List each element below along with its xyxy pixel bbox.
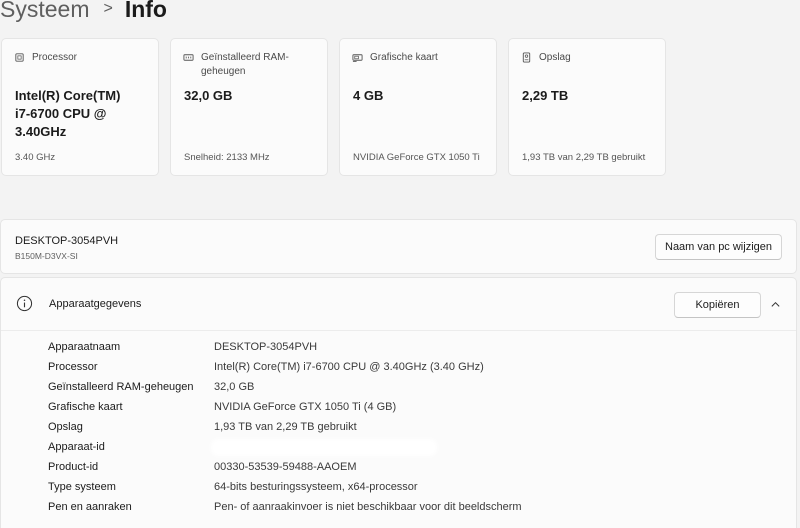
processor-card-sub: 3.40 GHz [15,152,56,163]
storage-card: Opslag 2,29 TB 1,93 TB van 2,29 TB gebru… [508,38,666,176]
ram-icon [183,54,194,61]
spec-value: 1,93 TB van 2,29 TB gebruikt [214,421,357,433]
chevron-up-icon[interactable] [770,299,781,310]
breadcrumb-parent-link[interactable]: Systeem [0,0,89,23]
spec-value: Intel(R) Core(TM) i7-6700 CPU @ 3.40GHz … [214,361,484,373]
graphics-card-icon [352,54,363,62]
spec-label: Pen en aanraken [48,501,132,513]
processor-icon [15,53,24,62]
graphics-card: Grafische kaart 4 GB NVIDIA GeForce GTX … [339,38,497,176]
ram-card-value: 32,0 GB [184,88,233,103]
ram-card-title: Geïnstalleerd RAM-geheugen [201,52,289,77]
spec-label: Processor [48,361,98,373]
breadcrumb: Systeem > Info [0,0,167,24]
rename-pc-button[interactable]: Naam van pc wijzigen [655,234,782,260]
spec-label: Type systeem [48,481,116,493]
ram-card: Geïnstalleerd RAM-geheugen 32,0 GB Snelh… [170,38,328,176]
spec-label: Grafische kaart [48,401,123,413]
ram-card-sub: Snelheid: 2133 MHz [184,152,270,163]
spec-label: Opslag [48,421,83,433]
spec-label: Apparaat-id [48,441,105,453]
storage-card-value: 2,29 TB [522,88,569,103]
spec-value: DESKTOP-3054PVH [214,341,318,353]
storage-icon [522,52,531,63]
device-name: DESKTOP-3054PVH [15,235,119,247]
device-specifications-panel: Apparaatgegevens Kopiëren Apparaatnaam D… [0,277,797,528]
spec-value: 00330-53539-59488-AAOEM [214,461,357,473]
info-icon [16,295,33,312]
processor-card-value: Intel(R) Core(TM) i7-6700 CPU @ 3.40GHz [15,88,121,139]
copy-button[interactable]: Kopiëren [674,292,761,318]
spec-value: NVIDIA GeForce GTX 1050 Ti (4 GB) [214,401,397,413]
device-specifications-header[interactable]: Apparaatgegevens Kopiëren [1,278,796,331]
device-name-panel: DESKTOP-3054PVH B150M-D3VX-SI Naam van p… [0,219,797,274]
storage-card-title: Opslag [539,52,571,63]
spec-value: 32,0 GB [214,381,255,393]
spec-value: 64-bits besturingssysteem, x64-processor [214,481,418,493]
processor-card: Processor Intel(R) Core(TM) i7-6700 CPU … [1,38,159,176]
page-title: Info [124,0,167,22]
processor-card-title: Processor [32,52,78,63]
redacted-value [214,442,434,453]
breadcrumb-separator: > [103,0,113,17]
device-specifications-title: Apparaatgegevens [49,298,142,310]
graphics-card-title: Grafische kaart [370,52,438,63]
graphics-card-sub: NVIDIA GeForce GTX 1050 Ti [353,152,480,163]
device-model: B150M-D3VX-SI [15,251,78,261]
spec-label: Product-id [48,461,99,473]
spec-label: Apparaatnaam [48,341,121,353]
graphics-card-value: 4 GB [353,88,384,103]
spec-value: Pen- of aanraakinvoer is niet beschikbaa… [214,501,522,513]
storage-card-sub: 1,93 TB van 2,29 TB gebruikt [522,152,646,163]
spec-label: Geïnstalleerd RAM-geheugen [48,381,194,393]
